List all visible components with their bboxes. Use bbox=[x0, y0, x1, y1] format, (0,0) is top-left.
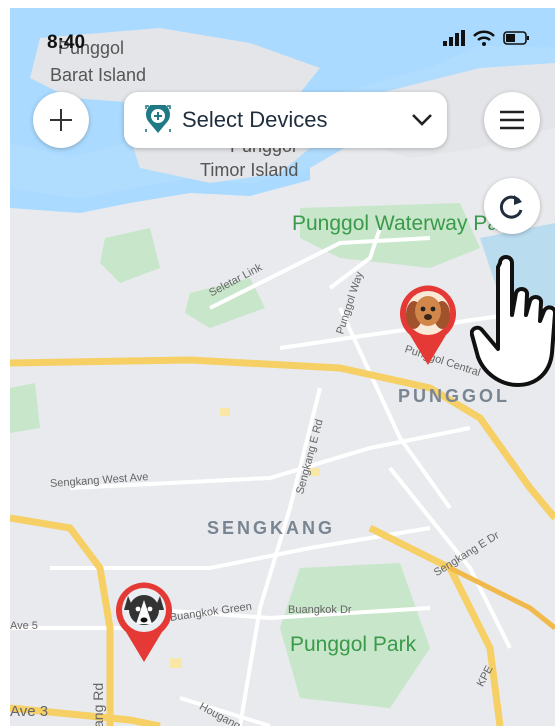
app-screen: Punggol Barat Island Punggol Timor Islan… bbox=[0, 0, 555, 726]
plus-icon bbox=[50, 109, 72, 131]
signal-icon bbox=[443, 30, 465, 46]
place-label-sengkang: SENGKANG bbox=[207, 518, 336, 538]
place-label-barat-island: Barat Island bbox=[50, 65, 147, 85]
status-icons bbox=[443, 30, 531, 46]
wifi-icon bbox=[473, 30, 495, 46]
menu-button[interactable] bbox=[484, 92, 540, 148]
device-marker-brown-dog[interactable] bbox=[396, 283, 460, 367]
tap-hand-icon bbox=[470, 255, 555, 387]
refresh-icon bbox=[499, 195, 523, 219]
location-plus-icon bbox=[145, 105, 171, 133]
hamburger-menu-icon bbox=[500, 110, 524, 130]
select-devices-label: Select Devices bbox=[182, 107, 328, 132]
road-label-rd: ang Rd bbox=[90, 682, 106, 726]
road-label-ave5: Ave 5 bbox=[10, 620, 38, 632]
brown-dog-icon bbox=[400, 285, 456, 365]
battery-icon bbox=[503, 31, 529, 45]
refresh-button[interactable] bbox=[484, 178, 540, 234]
place-label-waterway-park: Punggol Waterway Park bbox=[292, 212, 517, 235]
husky-dog-icon bbox=[116, 582, 172, 662]
place-label-punggol-park: Punggol Park bbox=[290, 633, 417, 656]
road-label-ave3: Ave 3 bbox=[10, 703, 49, 720]
status-time: 8:40 bbox=[47, 32, 86, 53]
device-marker-husky[interactable] bbox=[112, 580, 176, 664]
place-label-timor-island: Timor Island bbox=[200, 160, 299, 180]
select-devices-dropdown[interactable]: Select Devices bbox=[124, 92, 447, 148]
road-label-buangkok-dr: Buangkok Dr bbox=[288, 604, 352, 616]
add-device-button[interactable] bbox=[33, 92, 89, 148]
chevron-down-icon bbox=[412, 114, 432, 126]
